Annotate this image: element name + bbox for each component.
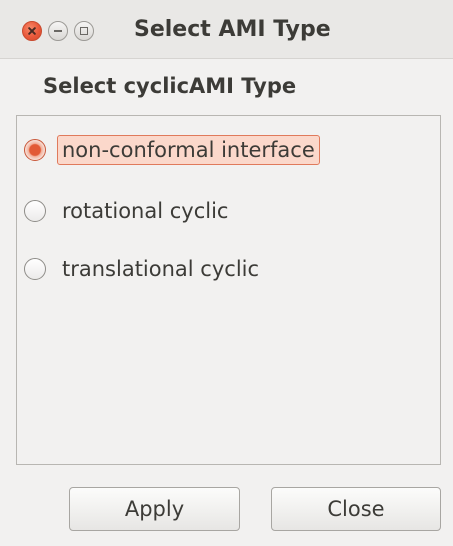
option-label[interactable]: non-conformal interface — [57, 135, 320, 165]
window-title: Select AMI Type — [134, 17, 331, 42]
radio-button-checked[interactable] — [24, 139, 46, 161]
minimize-icon[interactable] — [48, 21, 68, 41]
option-label[interactable]: rotational cyclic — [57, 196, 233, 226]
close-icon[interactable] — [22, 21, 42, 41]
radio-button[interactable] — [24, 200, 46, 222]
title-bar[interactable]: Select AMI Type — [0, 0, 453, 59]
radio-button[interactable] — [24, 258, 46, 280]
group-title: Select cyclicAMI Type — [43, 74, 297, 98]
radio-group: non-conformal interface rotational cycli… — [16, 115, 441, 465]
maximize-icon[interactable] — [74, 21, 94, 41]
dialog-window: Select AMI Type Select cyclicAMI Type no… — [0, 0, 453, 546]
close-button[interactable]: Close — [271, 487, 441, 531]
apply-button[interactable]: Apply — [69, 487, 240, 531]
option-label[interactable]: translational cyclic — [57, 254, 264, 284]
